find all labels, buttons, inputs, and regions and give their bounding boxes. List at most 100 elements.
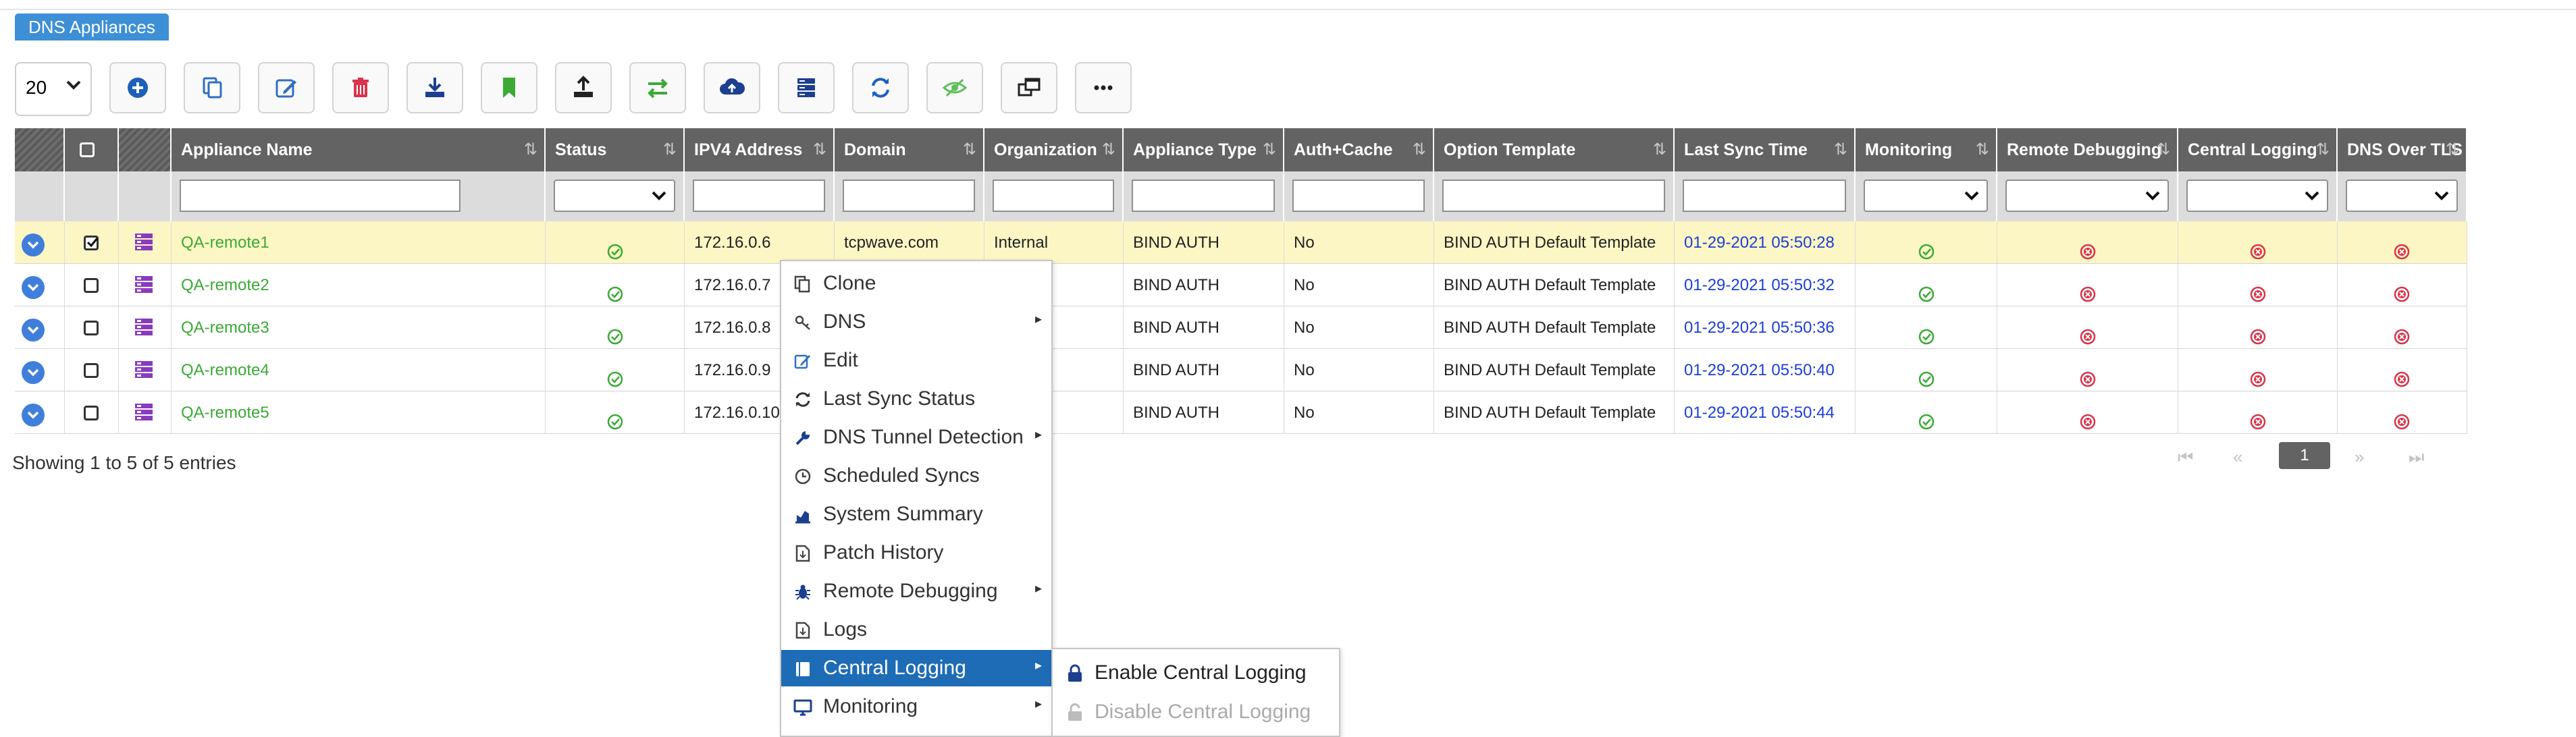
expand-row-icon[interactable]	[22, 361, 45, 384]
add-button[interactable]	[109, 62, 166, 113]
col-dns-over-tls[interactable]: DNS Over TLS ⇅	[2338, 128, 2467, 171]
table-row[interactable]: QA-remote5 172.16.0.10 BIND AUTH No BIND AUT…	[15, 391, 2467, 434]
menu-item-last-sync-status[interactable]: Last Sync Status	[781, 381, 1051, 417]
table-row[interactable]: QA-remote2 172.16.0.7 BIND AUTH No BIND AUTH…	[15, 264, 2467, 306]
refresh-button[interactable]	[852, 62, 909, 113]
menu-item-clone[interactable]: Clone	[781, 265, 1051, 302]
menu-item-central-logging[interactable]: Central Logging ▸	[781, 650, 1051, 686]
wrench-icon	[795, 431, 810, 445]
next-page-icon[interactable]: »	[2355, 442, 2364, 472]
previous-page-icon[interactable]: «	[2233, 442, 2242, 472]
more-button[interactable]	[1075, 62, 1132, 113]
auth-cache-filter-input[interactable]	[1292, 180, 1425, 212]
table-row[interactable]: QA-remote1 172.16.0.6 tcpwave.com Internal B…	[15, 221, 2467, 264]
remote-debugging-cell	[1997, 391, 2178, 434]
row-sync-time: 01-29-2021 05:50:36	[1675, 306, 1856, 349]
monitoring-filter-select[interactable]	[1864, 180, 1988, 212]
dns-over-tls-cell	[2338, 306, 2467, 349]
menu-item-system-summary[interactable]: System Summary	[781, 496, 1051, 533]
menu-item-scheduled-syncs[interactable]: Scheduled Syncs	[781, 458, 1051, 494]
row-name[interactable]: QA-remote4	[172, 349, 546, 391]
row-name[interactable]: QA-remote3	[172, 306, 546, 349]
name-filter-input[interactable]	[180, 180, 461, 212]
cloud-upload-button[interactable]	[704, 62, 760, 113]
menu-item-monitoring[interactable]: Monitoring ▸	[781, 688, 1051, 725]
top-border	[0, 0, 2576, 10]
col-appliance-name[interactable]: Appliance Name ⇅	[172, 128, 546, 171]
status-filter-select[interactable]	[554, 180, 675, 212]
sync-time-filter-input[interactable]	[1683, 180, 1846, 212]
dns-over-tls-cell	[2338, 221, 2467, 264]
transfer-button[interactable]	[629, 62, 686, 113]
sort-icon: ⇅	[1652, 140, 1666, 159]
col-domain[interactable]: Domain ⇅	[835, 128, 984, 171]
row-checkbox[interactable]	[84, 278, 99, 293]
edit-button[interactable]	[258, 62, 315, 113]
bookmark-button[interactable]	[481, 62, 537, 113]
import-button[interactable]	[406, 62, 463, 113]
menu-item-edit[interactable]: Edit	[781, 342, 1051, 379]
expand-row-icon[interactable]	[22, 404, 45, 427]
col-option-template[interactable]: Option Template ⇅	[1434, 128, 1675, 171]
col-organization[interactable]: Organization ⇅	[984, 128, 1124, 171]
central-logging-filter-select[interactable]	[2186, 180, 2328, 212]
col-appliance-type[interactable]: Appliance Type ⇅	[1124, 128, 1284, 171]
dns-over-tls-filter-select[interactable]	[2346, 180, 2458, 212]
menu-item-dns-tunnel-detection[interactable]: DNS Tunnel Detection ▸	[781, 419, 1051, 456]
row-checkbox[interactable]	[84, 363, 99, 378]
x-circle-icon	[2249, 319, 2267, 345]
expand-row-icon[interactable]	[22, 319, 45, 342]
copy-button[interactable]	[184, 62, 240, 113]
col-auth-cache[interactable]: Auth+Cache ⇅	[1284, 128, 1434, 171]
delete-button[interactable]	[332, 62, 389, 113]
first-page-icon[interactable]: ⏮	[2178, 442, 2193, 472]
chevron-down-icon	[650, 185, 668, 209]
visibility-button[interactable]	[926, 62, 983, 113]
row-auth-cache: No	[1284, 264, 1434, 306]
export-button[interactable]	[555, 62, 612, 113]
menu-item-remote-debugging[interactable]: Remote Debugging ▸	[781, 573, 1051, 609]
row-checkbox[interactable]	[84, 236, 99, 250]
edit-icon	[794, 354, 810, 369]
select-all-checkbox[interactable]	[80, 142, 95, 157]
expand-row-icon[interactable]	[22, 234, 45, 256]
col-remote-debugging[interactable]: Remote Debugging ⇅	[1997, 128, 2178, 171]
ip-filter-input[interactable]	[693, 180, 825, 212]
entries-info: Showing 1 to 5 of 5 entries	[12, 452, 236, 473]
col-monitoring[interactable]: Monitoring ⇅	[1856, 128, 1997, 171]
expand-row-icon[interactable]	[22, 276, 45, 299]
window-button[interactable]	[1001, 62, 1057, 113]
row-checkbox[interactable]	[84, 321, 99, 335]
col-central-logging[interactable]: Central Logging ⇅	[2178, 128, 2338, 171]
row-name[interactable]: QA-remote5	[172, 391, 546, 434]
col-last-sync-time[interactable]: Last Sync Time ⇅	[1675, 128, 1856, 171]
organization-filter-input[interactable]	[993, 180, 1114, 212]
server-list-button[interactable]	[778, 62, 835, 113]
menu-item-dns[interactable]: DNS ▸	[781, 304, 1051, 340]
current-page-button[interactable]: 1	[2279, 442, 2330, 469]
central-logging-cell	[2178, 264, 2338, 306]
chevron-down-icon	[2432, 185, 2451, 209]
col-status[interactable]: Status ⇅	[546, 128, 685, 171]
table-row[interactable]: QA-remote3 172.16.0.8 BIND AUTH No BIND AUTH…	[15, 306, 2467, 349]
col-ipv4-address[interactable]: IPV4 Address ⇅	[685, 128, 835, 171]
row-checkbox[interactable]	[84, 406, 99, 420]
last-page-icon[interactable]: ⏭	[2409, 442, 2424, 472]
domain-filter-input[interactable]	[843, 180, 975, 212]
filter-cell	[172, 171, 546, 221]
menu-item-patch-history[interactable]: Patch History	[781, 535, 1051, 571]
table-row[interactable]: QA-remote4 172.16.0.9 BIND AUTH No BIND AUTH…	[15, 349, 2467, 391]
template-filter-input[interactable]	[1442, 180, 1665, 212]
status-cell	[546, 221, 685, 264]
menu-item-logs[interactable]: Logs	[781, 611, 1051, 648]
row-name[interactable]: QA-remote1	[172, 221, 546, 264]
page-size-select[interactable]: 20	[15, 62, 92, 116]
filter-cell	[2178, 171, 2338, 221]
menu-item-enable-central-logging[interactable]: Enable Central Logging	[1053, 655, 1339, 692]
row-name[interactable]: QA-remote2	[172, 264, 546, 306]
server-icon	[135, 276, 153, 293]
remote-debugging-filter-select[interactable]	[2005, 180, 2169, 212]
row-auth-cache: No	[1284, 391, 1434, 434]
type-filter-input[interactable]	[1132, 180, 1275, 212]
x-circle-icon	[2249, 404, 2267, 430]
